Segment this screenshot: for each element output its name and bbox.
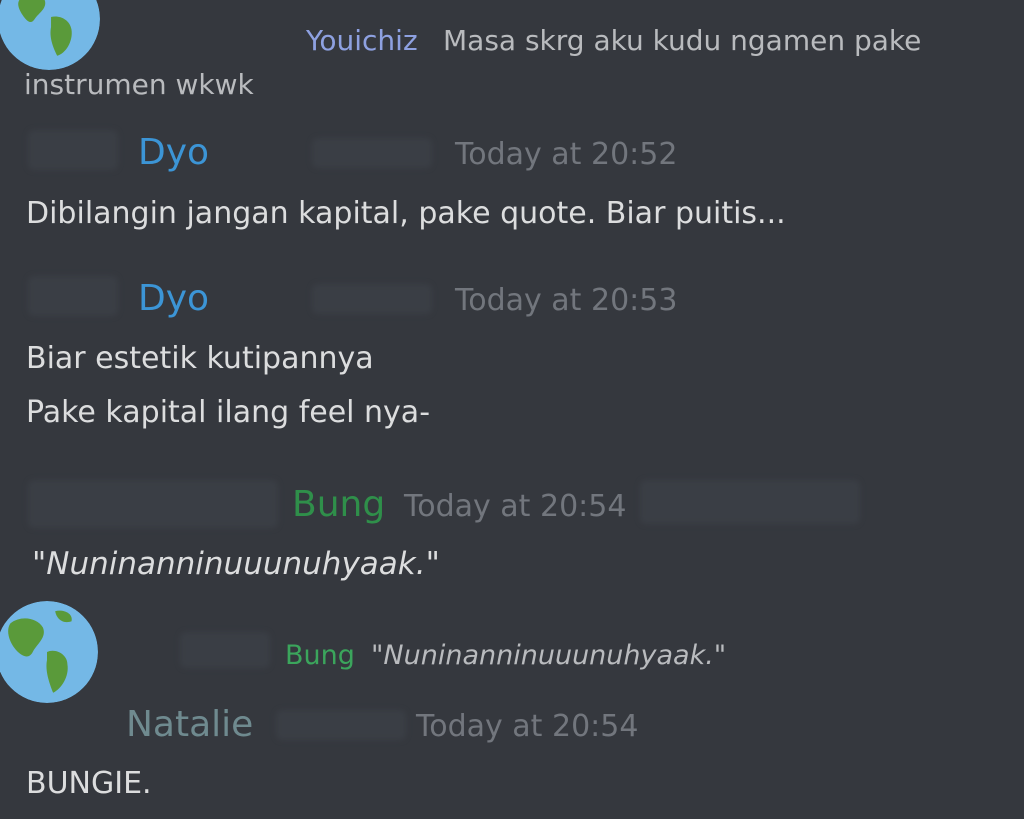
- blurred-badge: [312, 138, 432, 168]
- message-text: Dibilangin jangan kapital, pake quote. B…: [26, 196, 786, 231]
- message-text: BUNGIE.: [26, 766, 152, 801]
- username[interactable]: Dyo: [138, 132, 209, 173]
- message-text: Pake kapital ilang feel nya-: [26, 395, 431, 430]
- reply-username[interactable]: Youichiz: [306, 24, 418, 57]
- reply-text[interactable]: Masa skrg aku kudu ngamen pake: [443, 24, 921, 57]
- earth-globe-icon[interactable]: [0, 0, 100, 70]
- message-text: Biar estetik kutipannya: [26, 341, 374, 376]
- username[interactable]: Dyo: [138, 278, 209, 319]
- blurred-avatar: [180, 632, 270, 668]
- blurred-badge: [312, 284, 432, 314]
- reply-username[interactable]: Bung: [285, 640, 355, 671]
- blurred-badge: [276, 710, 406, 740]
- message-timestamp: Today at 20:53: [455, 283, 678, 318]
- username[interactable]: Bung: [292, 484, 385, 525]
- message-timestamp: Today at 20:52: [455, 137, 678, 172]
- reply-text-continuation: instrumen wkwk: [24, 68, 254, 101]
- blurred-badge: [640, 480, 860, 524]
- blurred-avatar: [28, 480, 278, 528]
- chat-log: Youichiz Masa skrg aku kudu ngamen pake …: [0, 0, 1024, 819]
- message-timestamp: Today at 20:54: [416, 709, 639, 744]
- blurred-avatar: [28, 276, 118, 316]
- message-timestamp: Today at 20:54: [404, 489, 627, 524]
- username[interactable]: Natalie: [126, 704, 253, 745]
- earth-globe-icon[interactable]: [0, 601, 98, 703]
- reply-text[interactable]: "Nuninanninuuunuhyaak.": [371, 640, 726, 671]
- blurred-avatar: [28, 130, 118, 170]
- message-text: "Nuninanninuuunuhyaak.": [32, 546, 440, 582]
